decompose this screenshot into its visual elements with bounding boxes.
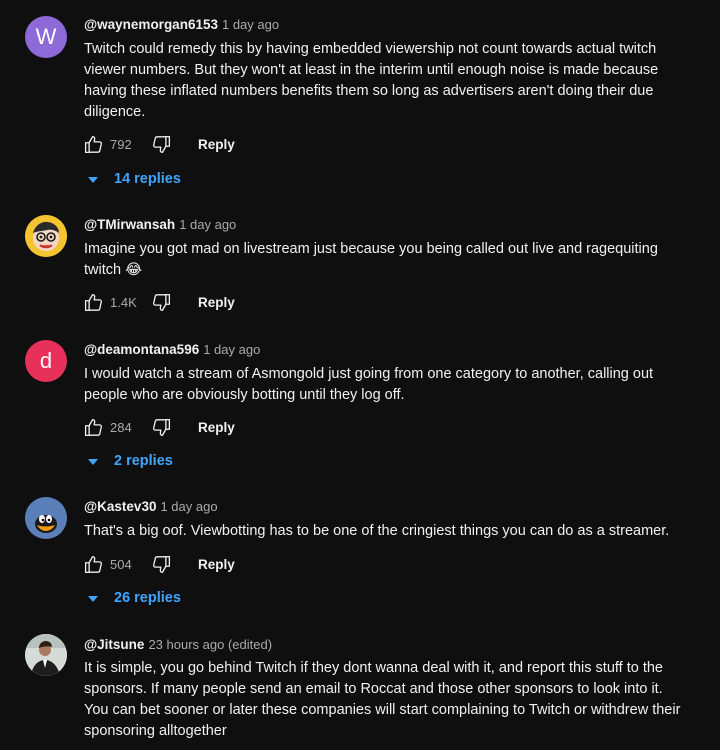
comment-text-line: sponsors. If many people send an email t… <box>84 681 663 697</box>
avatar[interactable] <box>25 634 67 676</box>
reply-button[interactable]: Reply <box>198 295 235 310</box>
comment-text-line: It is simple, you go behind Twitch if th… <box>84 660 663 676</box>
like-button[interactable] <box>82 133 104 155</box>
like-button[interactable] <box>82 291 104 313</box>
comment-text: That's a big oof. Viewbotting has to be … <box>84 521 704 542</box>
comment-author[interactable]: @waynemorgan6153 <box>84 17 218 32</box>
replies-count-label: 2 replies <box>114 453 173 469</box>
comment-actions: 284 Reply <box>82 416 235 438</box>
comment-header: @deamontana596 1 day ago <box>84 342 260 357</box>
thumbs-up-icon <box>84 555 102 573</box>
comment-text-line: viewer numbers. But they won't at least … <box>84 62 659 78</box>
comment-timestamp[interactable]: 23 hours ago (edited) <box>148 637 272 652</box>
caret-down-icon <box>88 595 98 602</box>
avatar-letter: d <box>39 348 53 373</box>
view-replies-button[interactable]: 2 replies <box>88 453 173 469</box>
like-count: 1.4K <box>110 294 137 310</box>
comment-header: @Kastev30 1 day ago <box>84 499 218 514</box>
person-photo-avatar-icon <box>25 634 67 676</box>
dislike-button[interactable] <box>150 133 172 155</box>
thumbs-up-icon <box>84 293 102 311</box>
like-count: 504 <box>110 556 132 572</box>
like-button[interactable] <box>82 553 104 575</box>
comment-text-line: diligence. <box>84 104 146 120</box>
reply-button[interactable]: Reply <box>198 137 235 152</box>
replies-count-label: 26 replies <box>114 590 181 606</box>
comment-text: Twitch could remedy this by having embed… <box>84 39 704 123</box>
avatar[interactable] <box>25 215 67 257</box>
comment-timestamp[interactable]: 1 day ago <box>160 499 217 514</box>
dislike-button[interactable] <box>150 553 172 575</box>
replies-count-label: 14 replies <box>114 171 181 187</box>
dislike-button[interactable] <box>150 291 172 313</box>
thumbs-up-icon <box>84 418 102 436</box>
like-count: 792 <box>110 136 132 152</box>
caret-down-icon <box>88 176 98 183</box>
comment-text-line: I would watch a stream of Asmongold just… <box>84 366 654 382</box>
comment-actions: 504 Reply <box>82 553 235 575</box>
comment-author[interactable]: @Kastev30 <box>84 499 156 514</box>
comment-text-line: That's a big oof. Viewbotting has to be … <box>84 523 670 539</box>
avatar-letter: W <box>35 24 57 49</box>
thumbs-up-icon <box>84 135 102 153</box>
thumbs-down-icon <box>152 135 170 153</box>
comment-text-line: having these inflated numbers benefits t… <box>84 83 654 99</box>
comment-text-line: You can bet sooner or later these compan… <box>84 702 681 718</box>
caret-down-icon <box>88 458 98 465</box>
comment-author[interactable]: @TMirwansah <box>84 217 175 232</box>
comment-text-line: sponsoring alltogether <box>84 723 227 739</box>
cartoon-face-avatar-icon <box>25 215 67 257</box>
duck-avatar-icon <box>25 497 67 539</box>
thumbs-down-icon <box>152 293 170 311</box>
comment-header: @Jitsune 23 hours ago (edited) <box>84 637 272 652</box>
comment-text-line: people who are obviously botting until t… <box>84 387 405 403</box>
comment-author[interactable]: @Jitsune <box>84 637 144 652</box>
dislike-button[interactable] <box>150 416 172 438</box>
comment-text: It is simple, you go behind Twitch if th… <box>84 658 704 742</box>
comment-actions: 1.4K Reply <box>82 291 235 313</box>
avatar[interactable]: W <box>25 16 67 58</box>
thumbs-down-icon <box>152 418 170 436</box>
comment-header: @TMirwansah 1 day ago <box>84 217 236 232</box>
like-button[interactable] <box>82 416 104 438</box>
view-replies-button[interactable]: 14 replies <box>88 171 181 187</box>
comment-text-line: Twitch could remedy this by having embed… <box>84 41 657 57</box>
comment-timestamp[interactable]: 1 day ago <box>179 217 236 232</box>
view-replies-button[interactable]: 26 replies <box>88 590 181 606</box>
avatar[interactable] <box>25 497 67 539</box>
comment-text-line: Imagine you got mad on livestream just b… <box>84 241 658 257</box>
comment-actions: 792 Reply <box>82 133 235 155</box>
comment-text-line: twitch 😂 <box>84 262 143 278</box>
comment-text: Imagine you got mad on livestream just b… <box>84 239 704 281</box>
comment-text: I would watch a stream of Asmongold just… <box>84 364 704 406</box>
comment-timestamp[interactable]: 1 day ago <box>203 342 260 357</box>
reply-button[interactable]: Reply <box>198 420 235 435</box>
thumbs-down-icon <box>152 555 170 573</box>
comment-author[interactable]: @deamontana596 <box>84 342 199 357</box>
comment-timestamp[interactable]: 1 day ago <box>222 17 279 32</box>
comment-header: @waynemorgan6153 1 day ago <box>84 17 279 32</box>
reply-button[interactable]: Reply <box>198 557 235 572</box>
like-count: 284 <box>110 419 132 435</box>
avatar[interactable]: d <box>25 340 67 382</box>
